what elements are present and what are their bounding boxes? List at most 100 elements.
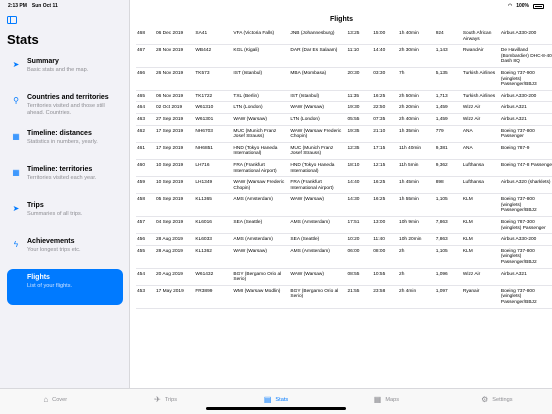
flight-destination: MUC (Munich Franz Josef Strauss) <box>289 142 347 160</box>
flight-origin: WAW (Warsaw) <box>232 113 290 126</box>
flights-table-container[interactable]: 468 06 Dec 2019 SA41 VFA (Victoria Falls) JN… <box>131 28 552 388</box>
flight-aircraft: Boeing 737-900 (winglets) Passenger/BBJ3 <box>499 67 552 91</box>
table-row[interactable]: 465 06 Nov 2019 TK1722 TXL (Berlin) IST (Ist… <box>136 90 552 103</box>
tab-settings[interactable]: ⚙ Settings <box>442 389 552 414</box>
flight-number: 458 <box>136 193 155 218</box>
flight-distance: 1,097 <box>434 285 462 309</box>
tab-stats[interactable]: ▤ Stats <box>221 389 331 414</box>
flight-duration: 2h 4min <box>398 285 435 309</box>
flight-date: 27 Sep 2019 <box>155 113 195 126</box>
flight-duration: 2h <box>398 245 435 269</box>
sidebar-item-countries[interactable]: ⚲ Countries and territories Territories … <box>7 89 123 125</box>
main-content: Flights 468 06 Dec 2019 SA41 VFA (Victoria … <box>131 0 552 388</box>
flight-arrival: 10:55 <box>372 268 399 286</box>
tab-trips[interactable]: ✈ Trips <box>110 389 220 414</box>
flight-distance: 1,143 <box>434 44 462 68</box>
flight-duration: 1h 40min <box>398 28 435 46</box>
sidebar-item-timeline-territories[interactable]: ▦ Timeline: territories Territories visi… <box>7 161 123 197</box>
flight-duration: 1h 45min <box>398 176 435 195</box>
flight-departure: 19:30 <box>346 101 373 114</box>
sidebar-item-subtitle: Basic stats and the map. <box>27 67 89 73</box>
sidebar-item-summary[interactable]: ➤ Summary Basic stats and the map. <box>7 53 123 89</box>
flight-origin: AMS (Amsterdam) <box>232 233 290 246</box>
flight-aircraft: Airbus A330-200 <box>499 90 552 103</box>
flight-distance: 1,105 <box>434 245 462 269</box>
table-row[interactable]: 453 17 May 2019 FR3899 WMI (Warsaw Modlin) B… <box>136 285 552 309</box>
flight-duration: 2h 40min <box>398 113 435 126</box>
flight-duration: 7h <box>398 67 435 91</box>
table-row[interactable]: 461 17 Sep 2019 NH6851 HND (Tokyo Haneda In… <box>136 142 552 160</box>
sidebar-item-timeline-distances[interactable]: ▦ Timeline: distances Statistics in numb… <box>7 125 123 161</box>
flight-distance: 1,713 <box>434 90 462 103</box>
flight-duration: 2h 20min <box>398 101 435 114</box>
flight-number: 462 <box>136 125 155 143</box>
flight-aircraft: Boeing 787-300 (winglets) Passenger <box>499 216 552 235</box>
sidebar-item-trips[interactable]: ➤ Trips Summaries of all trips. <box>7 197 123 233</box>
flight-departure: 20:30 <box>346 67 373 91</box>
flight-date: 26 Nov 2019 <box>155 67 195 91</box>
flight-number: 453 <box>136 285 155 309</box>
flight-arrival: 14:40 <box>372 44 399 68</box>
flight-number: 455 <box>136 245 155 269</box>
table-row[interactable]: 462 17 Sep 2019 NH6703 MUC (Munich Franz Jo… <box>136 125 552 143</box>
flight-number: 467 <box>136 44 155 68</box>
tab-maps[interactable]: ▦ Maps <box>331 389 441 414</box>
table-row[interactable]: 455 28 Aug 2019 KL1362 WAW (Warsaw) AMS (Ams… <box>136 245 552 269</box>
flight-distance: 1,459 <box>434 113 462 126</box>
battery-percent: 100% <box>516 3 529 9</box>
sidebar-item-achievements[interactable]: ϟ Achievements Your longest trips etc. <box>7 233 123 269</box>
table-row[interactable]: 458 05 Sep 2019 KL1365 AMS (Amsterdam) WAW (… <box>136 193 552 218</box>
flight-origin: VFA (Victoria Falls) <box>232 28 290 46</box>
table-row[interactable]: 460 10 Sep 2019 LH716 FRA (Frankfurt Intern… <box>136 159 552 178</box>
flight-date: 06 Dec 2019 <box>155 28 195 46</box>
flight-duration: 1h 55min <box>398 193 435 218</box>
flight-destination: AMS (Amsterdam) <box>289 245 347 269</box>
sidebar-item-subtitle: Statistics in numbers, yearly. <box>27 139 98 145</box>
table-row[interactable]: 457 04 Sep 2019 KL6016 SEA (Seattle) AMS (Am… <box>136 216 552 235</box>
flight-code: NH6851 <box>194 142 233 160</box>
table-row[interactable]: 467 28 Nov 2019 WB442 KGL (Kigali) DAR (Dar … <box>136 44 552 68</box>
flight-aircraft: Airbus A330-200 <box>499 28 552 46</box>
table-row[interactable]: 468 06 Dec 2019 SA41 VFA (Victoria Falls) JN… <box>136 28 552 46</box>
pin-icon: ⚲ <box>13 95 19 105</box>
table-row[interactable]: 464 02 Oct 2019 W61310 LTN (London) WAW (War… <box>136 101 552 114</box>
table-row[interactable]: 454 20 Aug 2019 W61432 BGY (Bergamo Orio al… <box>136 268 552 286</box>
table-row[interactable]: 456 28 Aug 2019 KL6033 AMS (Amsterdam) SEA (… <box>136 233 552 246</box>
flight-destination: BGY (Bergamo Orio al Serio) <box>289 285 347 309</box>
sidebar-item-flights[interactable]: Flights List of your flights. <box>7 269 123 305</box>
flight-duration: 11h 5min <box>398 159 435 178</box>
flight-origin: WMI (Warsaw Modlin) <box>232 285 290 309</box>
flight-arrival: 11:40 <box>372 233 399 246</box>
flight-destination: IST (Istanbul) <box>289 90 347 103</box>
flight-aircraft: Boeing 737-800 Passenger <box>499 125 552 143</box>
flight-date: 28 Aug 2019 <box>155 233 195 246</box>
tab-bar: ⌂ Cover ✈ Trips ▤ Stats ▦ Maps ⚙ Setting… <box>0 388 552 414</box>
wifi-icon: ◠ <box>507 3 513 9</box>
navigation-arrow-icon: ➤ <box>12 59 20 69</box>
flight-departure: 11:10 <box>346 44 373 68</box>
flight-arrival: 17:15 <box>372 142 399 160</box>
sidebar-toggle-icon[interactable] <box>7 16 17 24</box>
flight-destination: JNB (Johannesburg) <box>289 28 347 46</box>
tab-cover[interactable]: ⌂ Cover <box>0 389 110 414</box>
flight-code: SA41 <box>194 28 233 46</box>
flight-departure: 19:35 <box>346 125 373 143</box>
flight-number: 464 <box>136 101 155 114</box>
book-icon: ▤ <box>263 395 272 404</box>
flight-departure: 13:25 <box>346 28 373 46</box>
flight-airline: Turkish Airlines <box>461 90 500 103</box>
flight-origin: BGY (Bergamo Orio al Serio) <box>232 268 290 286</box>
bolt-icon: ϟ <box>13 239 19 249</box>
table-row[interactable]: 466 26 Nov 2019 TK573 IST (Istanbul) MBA (Mo… <box>136 67 552 91</box>
flight-aircraft: Airbus A321 <box>499 113 552 126</box>
flight-departure: 05:55 <box>346 113 373 126</box>
flight-arrival: 03:30 <box>372 67 399 91</box>
sidebar-menu: ➤ Summary Basic stats and the map. ⚲ Cou… <box>7 53 123 305</box>
flight-duration: 1h 35min <box>398 125 435 143</box>
table-row[interactable]: 459 10 Sep 2019 LH1349 WAW (Warsaw Frederic… <box>136 176 552 195</box>
flight-airline: South African Airways <box>461 28 500 46</box>
table-row[interactable]: 463 27 Sep 2019 W61301 WAW (Warsaw) LTN (Lon… <box>136 113 552 126</box>
flight-duration: 11h 40min <box>398 142 435 160</box>
flight-date: 20 Aug 2019 <box>155 268 195 286</box>
flight-aircraft: Boeing 747-8 Passenger <box>499 159 552 178</box>
